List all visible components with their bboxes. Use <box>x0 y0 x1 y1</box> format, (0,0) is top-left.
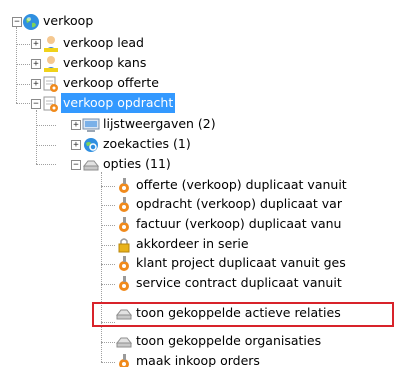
gear-wrench-icon <box>119 276 129 291</box>
drawer-icon <box>82 160 100 171</box>
drawer-icon <box>115 309 133 320</box>
gear-wrench-icon <box>119 256 129 271</box>
tree-label-selected: verkoop opdracht <box>61 93 176 113</box>
tree-label: opties (11) <box>103 156 171 171</box>
tree-label: toon gekoppelde actieve relaties <box>136 305 341 320</box>
collapse-toggle[interactable]: − <box>71 160 81 170</box>
globe-icon <box>23 14 39 30</box>
tree-label: toon gekoppelde organisaties <box>136 333 322 348</box>
gear-wrench-icon <box>119 217 129 232</box>
expand-toggle[interactable]: + <box>31 79 41 89</box>
drawer-icon <box>115 337 133 348</box>
tree-label: factuur (verkoop) duplicaat vanu <box>136 216 342 231</box>
collapse-toggle[interactable]: − <box>12 17 22 27</box>
lock-icon <box>118 238 130 253</box>
person-icon <box>44 36 58 52</box>
tree-label: akkordeer in serie <box>136 236 249 251</box>
tree-label: maak inkoop orders <box>136 353 260 367</box>
tree-label: lijstweergaven (2) <box>103 116 216 131</box>
tree-label: opdracht (verkoop) duplicaat var <box>136 196 342 211</box>
expand-toggle[interactable]: + <box>71 120 81 130</box>
tree-label: offerte (verkoop) duplicaat vanuit <box>136 177 347 192</box>
tree-label: service contract duplicaat vanuit <box>136 275 342 290</box>
tree-label: zoekacties (1) <box>103 136 191 151</box>
tree-label: verkoop kans <box>63 55 147 70</box>
gear-wrench-icon <box>119 354 129 367</box>
document-gear-icon <box>43 76 58 92</box>
person-icon <box>44 56 58 72</box>
tree-label: verkoop offerte <box>63 75 159 90</box>
document-gear-icon <box>43 96 58 112</box>
gear-wrench-icon <box>119 197 129 212</box>
gear-wrench-icon <box>119 178 129 193</box>
expand-toggle[interactable]: + <box>31 39 41 49</box>
expand-toggle[interactable]: + <box>71 140 81 150</box>
tree-view: − verkoop + verkoop lead + verkoop kans … <box>0 0 398 367</box>
expand-toggle[interactable]: + <box>31 59 41 69</box>
tree-label: verkoop lead <box>63 35 144 50</box>
tree-label: klant project duplicaat vanuit ges <box>136 255 346 270</box>
search-globe-icon <box>84 138 98 152</box>
monitor-icon <box>82 118 100 132</box>
tree-label: verkoop <box>43 13 94 28</box>
collapse-toggle[interactable]: − <box>31 99 41 109</box>
